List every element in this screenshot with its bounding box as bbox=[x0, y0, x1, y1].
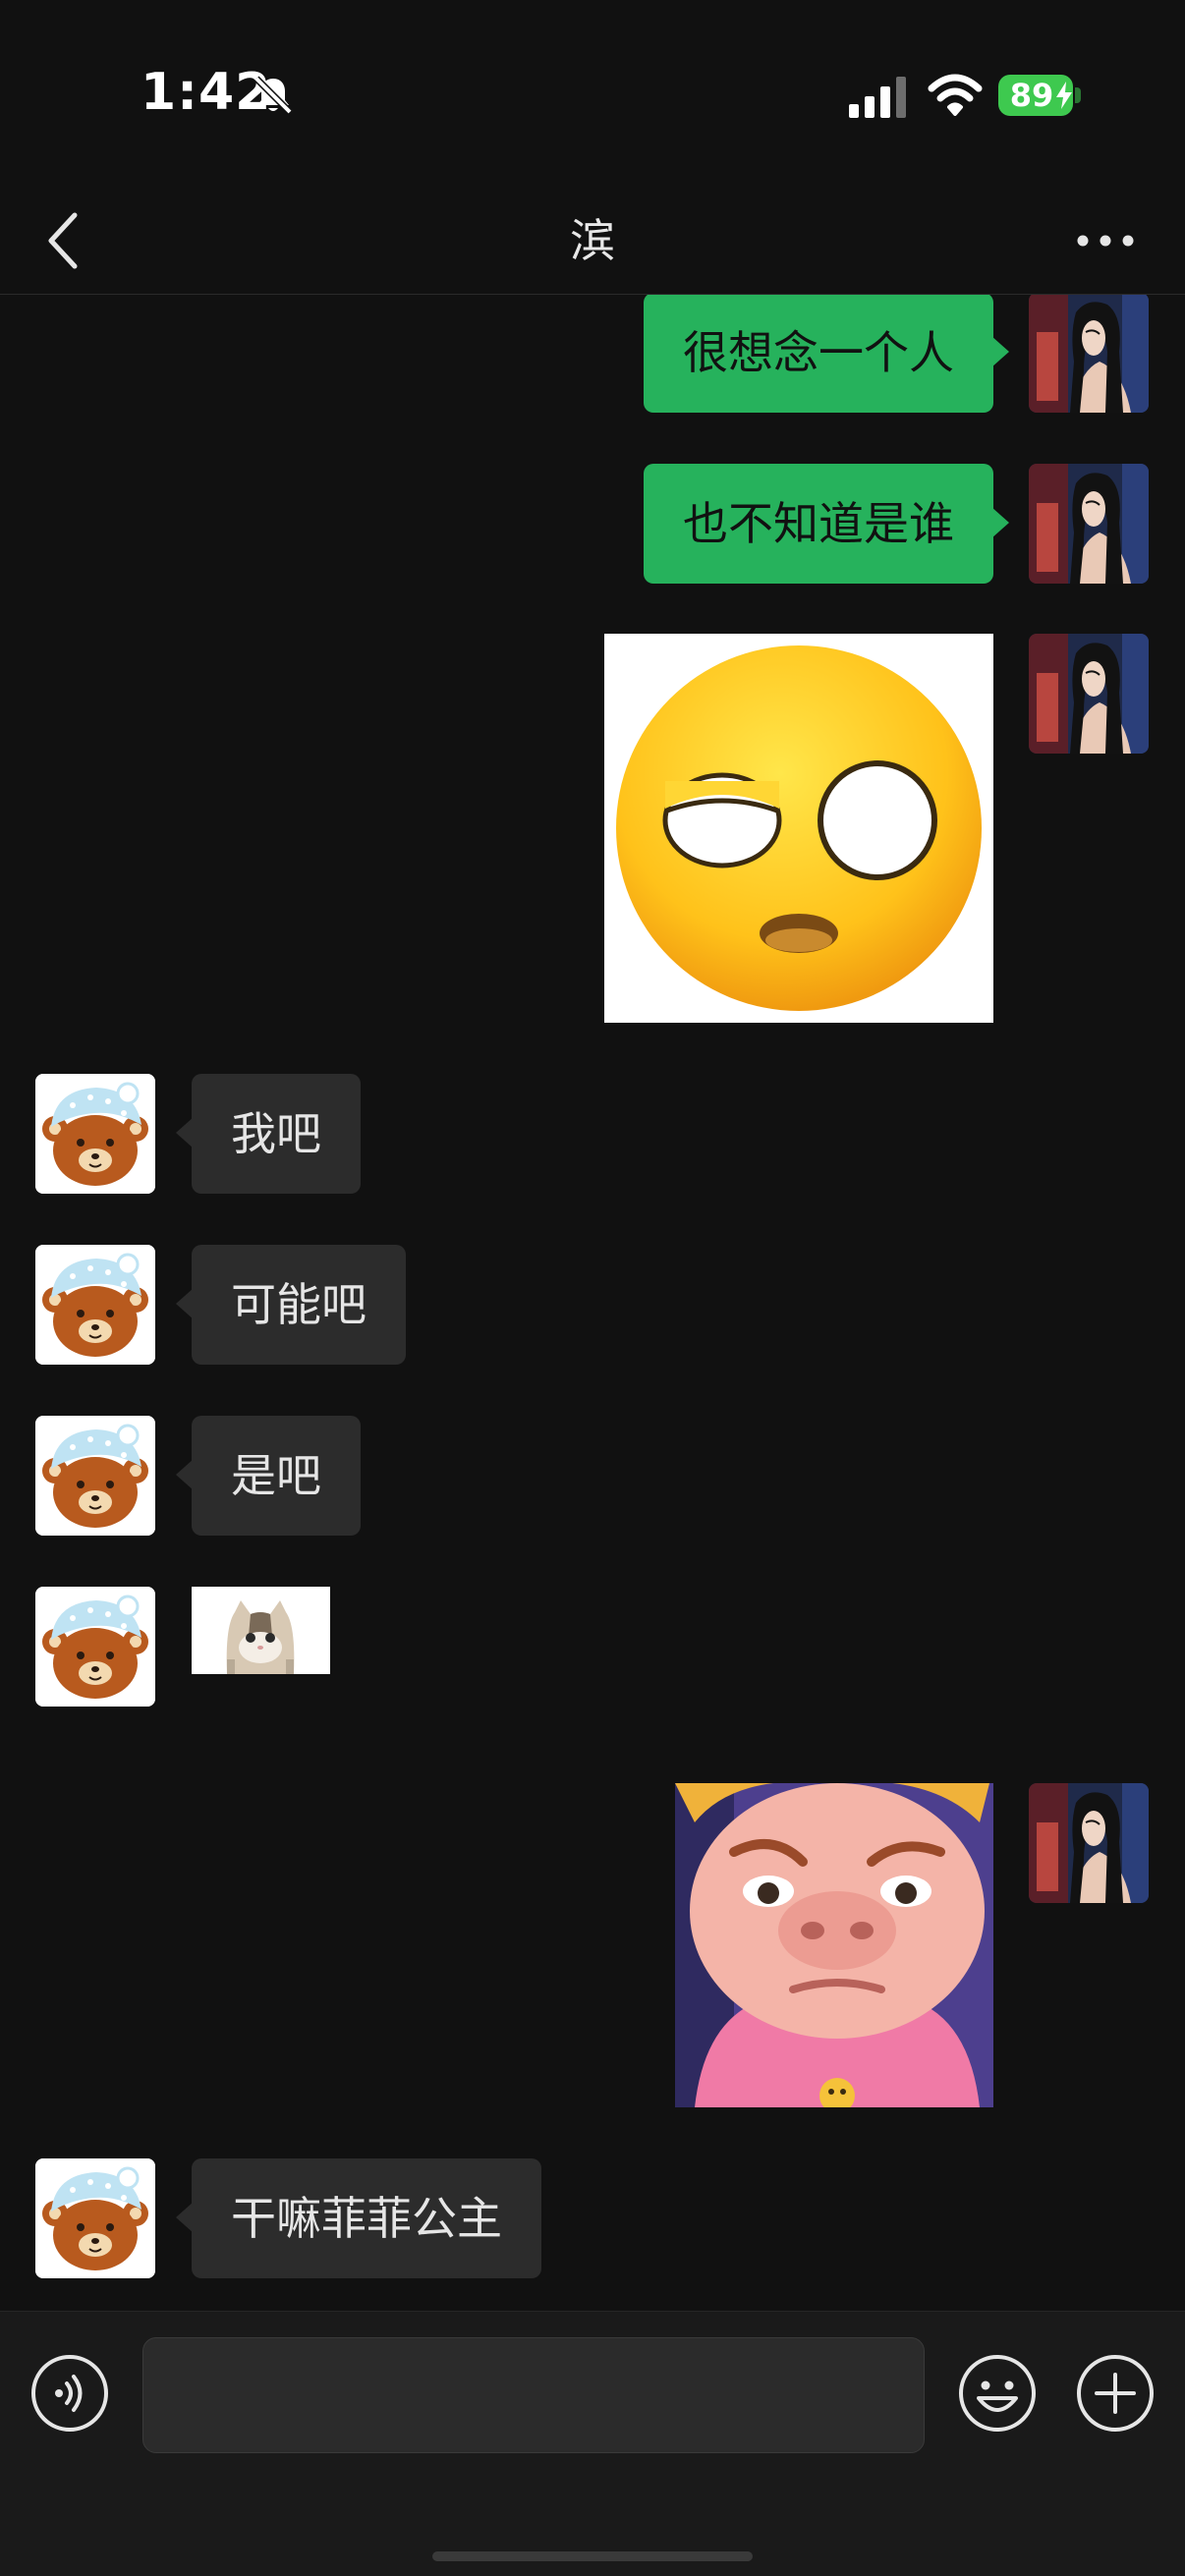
message-input[interactable] bbox=[142, 2337, 925, 2453]
cat-sticker-image bbox=[192, 1587, 330, 1674]
my-avatar-image bbox=[1029, 464, 1149, 584]
pig-face-girl-image bbox=[675, 1783, 993, 2107]
bell-slash-icon bbox=[254, 76, 293, 115]
message-row: 是吧 bbox=[0, 1416, 1185, 1536]
my-avatar-image bbox=[1029, 295, 1149, 413]
status-bar: 1:42 89 bbox=[0, 0, 1185, 187]
chat-title: 滨 bbox=[570, 214, 615, 267]
message-row: 我吧 bbox=[0, 1074, 1185, 1194]
cat-sticker[interactable] bbox=[192, 1587, 330, 1674]
message-row: 可能吧 bbox=[0, 1245, 1185, 1365]
received-text-bubble[interactable]: 是吧 bbox=[176, 1416, 361, 1536]
received-text-bubble[interactable]: 我吧 bbox=[176, 1074, 361, 1194]
contact-avatar-image bbox=[35, 1587, 155, 1707]
home-indicator[interactable] bbox=[432, 2551, 753, 2561]
message-row bbox=[0, 634, 1185, 1023]
received-text-bubble[interactable]: 干嘛菲菲公主 bbox=[176, 2158, 541, 2278]
eye-roll-emoji-sticker[interactable] bbox=[604, 634, 993, 1023]
sent-text-bubble[interactable]: 很想念一个人 bbox=[644, 295, 1009, 413]
contact-avatar[interactable] bbox=[35, 1245, 155, 1365]
battery-tip bbox=[1075, 87, 1081, 103]
received-text-bubble[interactable]: 可能吧 bbox=[176, 1245, 406, 1365]
contact-avatar-image bbox=[35, 1074, 155, 1194]
voice-icon[interactable] bbox=[29, 2353, 110, 2434]
my-avatar-image bbox=[1029, 634, 1149, 754]
message-row: 也不知道是谁 bbox=[0, 464, 1185, 584]
my-avatar[interactable] bbox=[1029, 634, 1149, 754]
contact-avatar-image bbox=[35, 2158, 155, 2278]
message-row bbox=[0, 1783, 1185, 2107]
emoji-icon[interactable] bbox=[957, 2353, 1038, 2434]
contact-avatar[interactable] bbox=[35, 1074, 155, 1194]
my-avatar[interactable] bbox=[1029, 295, 1149, 413]
my-avatar-image bbox=[1029, 1783, 1149, 1903]
wifi-icon bbox=[928, 74, 983, 116]
contact-avatar-image bbox=[35, 1245, 155, 1365]
my-avatar[interactable] bbox=[1029, 1783, 1149, 1903]
more-dots-icon[interactable] bbox=[1071, 216, 1140, 265]
plus-icon[interactable] bbox=[1075, 2353, 1156, 2434]
my-avatar[interactable] bbox=[1029, 464, 1149, 584]
contact-avatar[interactable] bbox=[35, 1587, 155, 1707]
sent-text-bubble[interactable]: 也不知道是谁 bbox=[644, 464, 1009, 584]
contact-avatar[interactable] bbox=[35, 1416, 155, 1536]
chat-header: 滨 bbox=[0, 187, 1185, 295]
message-row: 很想念一个人 bbox=[0, 295, 1185, 413]
contact-avatar-image bbox=[35, 1416, 155, 1536]
eye-roll-emoji-image bbox=[616, 645, 982, 1011]
cellular-signal-icon bbox=[849, 77, 906, 118]
pig-face-girl-sticker[interactable] bbox=[675, 1783, 993, 2107]
battery-indicator: 89 bbox=[998, 75, 1081, 116]
message-list[interactable]: 很想念一个人 也不知道是谁 我吧 可能吧 是吧 干嘛菲菲公主 bbox=[0, 295, 1185, 2311]
message-row bbox=[0, 1587, 1185, 1707]
charging-bolt-icon bbox=[1056, 82, 1072, 109]
message-row: 干嘛菲菲公主 bbox=[0, 2158, 1185, 2278]
contact-avatar[interactable] bbox=[35, 2158, 155, 2278]
input-bar bbox=[0, 2311, 1185, 2576]
